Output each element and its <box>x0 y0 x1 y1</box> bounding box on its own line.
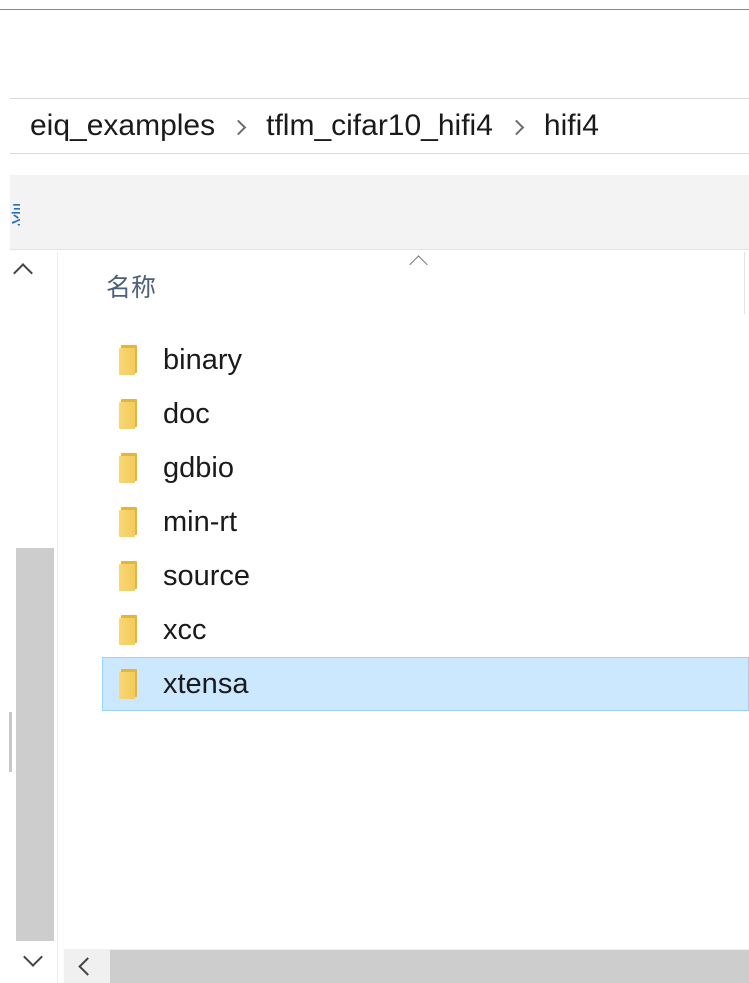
folder-icon <box>119 669 139 699</box>
chevron-right-icon[interactable] <box>230 119 247 135</box>
file-row-source[interactable]: source <box>102 549 749 603</box>
file-row-min-rt[interactable]: min-rt <box>102 495 749 549</box>
toolbar: 录 <box>10 175 749 250</box>
file-row-gdbio[interactable]: gdbio <box>102 441 749 495</box>
file-name: gdbio <box>163 451 234 484</box>
sort-ascending-icon <box>409 255 428 274</box>
folder-icon <box>119 345 139 375</box>
column-header-name[interactable]: 名称 <box>106 268 156 304</box>
file-row-xcc[interactable]: xcc <box>102 603 749 657</box>
breadcrumb-item-hifi4[interactable]: hifi4 <box>544 109 599 143</box>
column-divider[interactable] <box>744 252 745 314</box>
file-name: source <box>163 559 251 592</box>
file-list: binary doc gdbio min-rt source xcc xtens… <box>102 333 749 711</box>
folder-icon <box>119 507 139 537</box>
breadcrumb-item-tflm-cifar10-hifi4[interactable]: tflm_cifar10_hifi4 <box>266 109 493 143</box>
toolbar-fragment-text[interactable]: 录 <box>10 195 20 230</box>
chevron-right-icon[interactable] <box>508 119 525 135</box>
pane-edge-marker <box>9 712 12 772</box>
file-name: xtensa <box>163 667 249 700</box>
navigation-scroll-thumb[interactable] <box>16 548 54 941</box>
folder-icon <box>119 615 139 645</box>
file-name: min-rt <box>163 505 238 538</box>
breadcrumb-item-eiq-examples[interactable]: eiq_examples <box>30 109 215 143</box>
file-row-binary[interactable]: binary <box>102 333 749 387</box>
file-name: doc <box>163 397 210 430</box>
horizontal-scroll-thumb[interactable] <box>110 950 749 983</box>
folder-icon <box>119 561 139 591</box>
window-top-border <box>0 9 749 10</box>
address-bar[interactable]: eiq_examples tflm_cifar10_hifi4 hifi4 <box>10 98 749 154</box>
folder-icon <box>119 399 139 429</box>
file-name: xcc <box>163 613 207 646</box>
folder-icon <box>119 453 139 483</box>
file-name: binary <box>163 343 242 376</box>
file-row-xtensa[interactable]: xtensa <box>102 657 749 711</box>
file-row-doc[interactable]: doc <box>102 387 749 441</box>
